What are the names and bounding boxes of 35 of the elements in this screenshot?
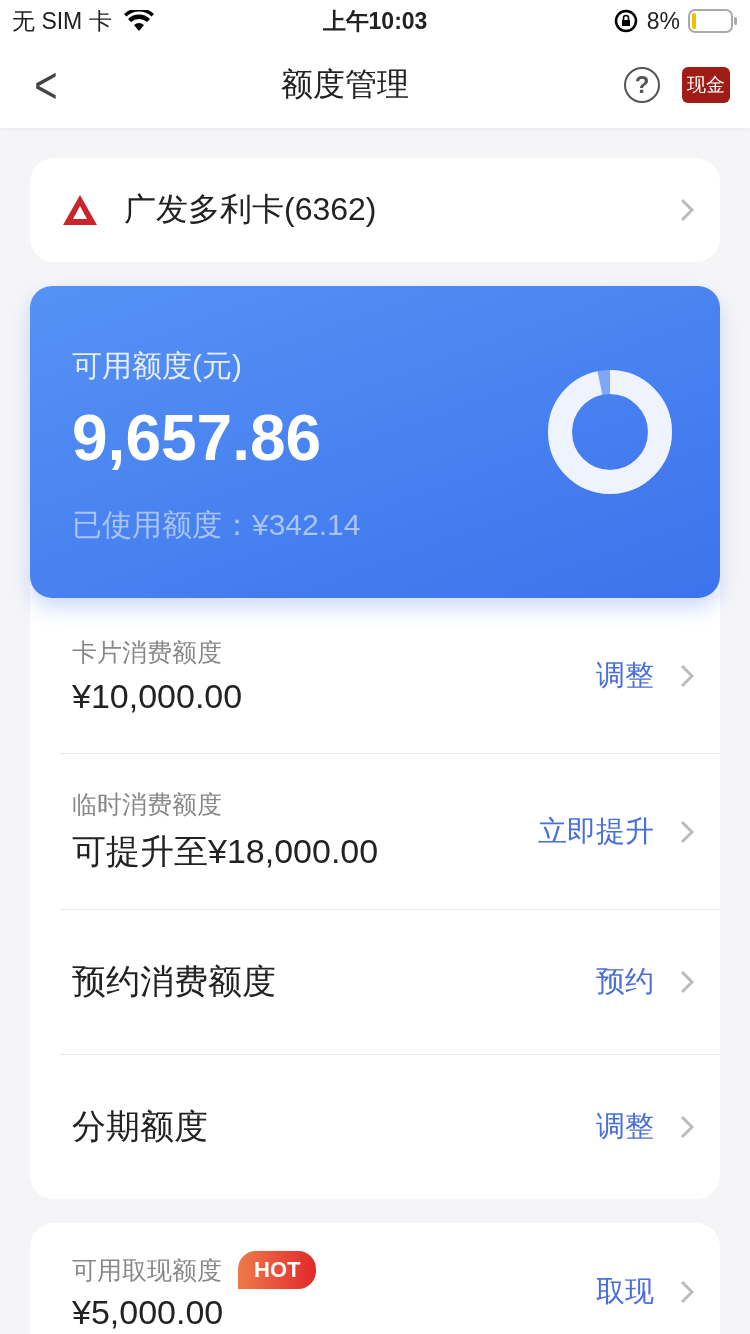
battery-icon bbox=[688, 9, 738, 33]
carrier-text: 无 SIM 卡 bbox=[12, 6, 112, 36]
battery-text: 8% bbox=[646, 7, 680, 35]
action-link[interactable]: 取现 bbox=[596, 1271, 654, 1312]
available-limit-amount: 9,657.86 bbox=[72, 401, 323, 475]
chevron-icon bbox=[680, 663, 694, 688]
limit-label: 分期额度 bbox=[72, 1106, 209, 1147]
page-title: 额度管理 bbox=[281, 65, 409, 104]
action-link[interactable]: 调整 bbox=[596, 655, 654, 696]
action-link[interactable]: 调整 bbox=[596, 1107, 654, 1147]
used-limit-text: 已使用额度：¥342.14 bbox=[72, 507, 361, 543]
cash-button[interactable]: 现金 bbox=[682, 66, 730, 104]
chevron-icon bbox=[680, 198, 694, 222]
help-button[interactable]: ? bbox=[624, 67, 660, 103]
limit-label: 预约消费额度 bbox=[72, 961, 277, 1002]
action-link[interactable]: 立即提升 bbox=[538, 811, 654, 852]
chevron-icon bbox=[680, 970, 694, 994]
rotation-lock-icon bbox=[612, 8, 639, 34]
chevron-icon bbox=[680, 1279, 694, 1304]
bank-logo-icon bbox=[62, 194, 98, 226]
limit-label: 卡片消费额度 bbox=[72, 636, 223, 668]
time-text: 上午10:03 bbox=[322, 6, 428, 36]
limit-label: 临时消费额度 bbox=[72, 789, 223, 820]
limit-value: ¥10,000.00 bbox=[72, 676, 244, 716]
action-link[interactable]: 预约 bbox=[596, 962, 654, 1002]
cash-limit-value: ¥5,000.00 bbox=[72, 1293, 225, 1332]
available-limit-label: 可用额度(元) bbox=[72, 348, 243, 384]
cash-limit-label: 可用取现额度 bbox=[72, 1254, 222, 1286]
back-button[interactable]: < bbox=[26, 55, 66, 115]
wifi-icon bbox=[123, 10, 154, 32]
card-selector[interactable]: 广发多利卡(6362) bbox=[30, 158, 720, 262]
hot-tag: HOT bbox=[238, 1251, 317, 1289]
limit-value: 可提升至¥18,000.00 bbox=[72, 831, 380, 872]
chevron-icon bbox=[680, 1115, 694, 1139]
chevron-icon bbox=[680, 819, 694, 844]
